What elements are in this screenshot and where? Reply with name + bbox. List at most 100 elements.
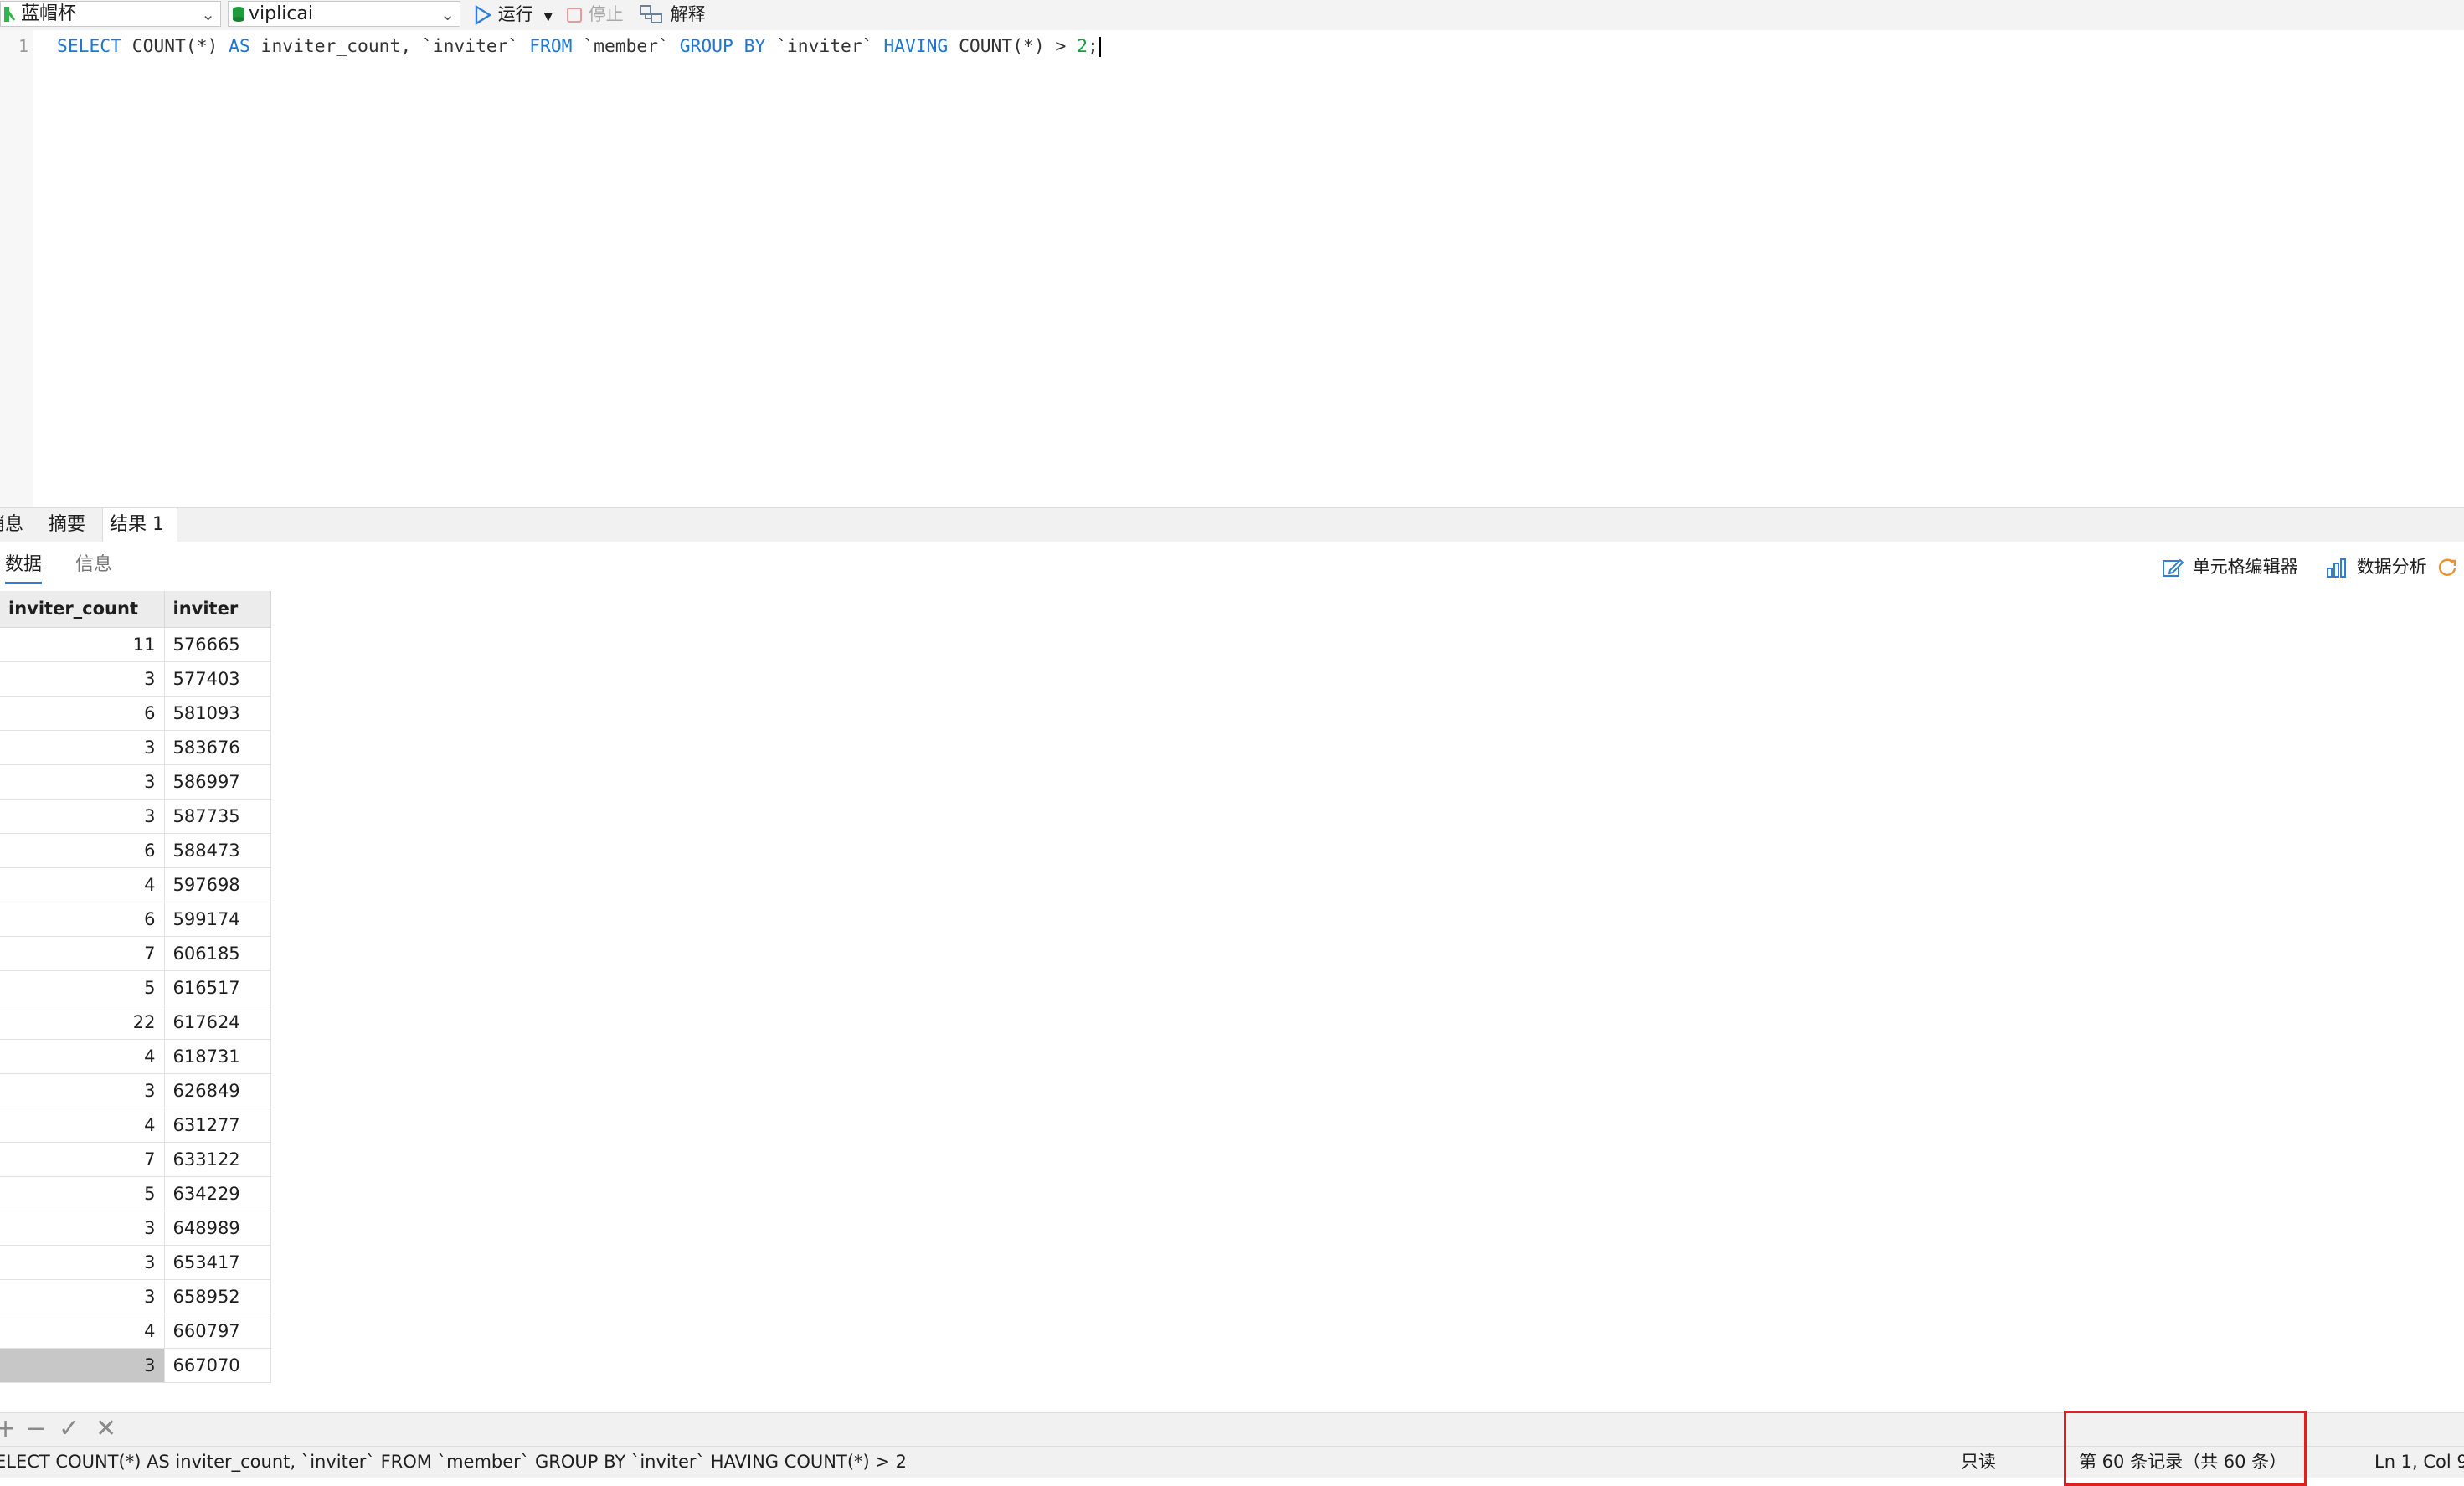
- cell-inviter-count[interactable]: 3: [0, 1279, 165, 1314]
- table-row[interactable]: 7 633122: [0, 1142, 271, 1177]
- cell-inviter-count[interactable]: 3: [0, 799, 165, 834]
- tab-label: 数据: [5, 554, 43, 575]
- table-row[interactable]: 3 583676: [0, 730, 271, 765]
- table-row[interactable]: 3 648989: [0, 1211, 271, 1246]
- cell-inviter[interactable]: 588473: [164, 833, 271, 868]
- table-row[interactable]: 4 597698: [0, 867, 271, 902]
- number-literal: 2: [1077, 36, 1088, 57]
- cell-inviter[interactable]: 660797: [164, 1314, 271, 1349]
- sql-editor[interactable]: 1 SELECT COUNT(*) AS inviter_count, `inv…: [0, 30, 2464, 507]
- table-row[interactable]: 3 653417: [0, 1245, 271, 1280]
- refresh-button[interactable]: [2436, 555, 2461, 578]
- stop-button[interactable]: 停止: [566, 2, 624, 27]
- tab-result-1[interactable]: 结果 1: [102, 508, 177, 542]
- table-row[interactable]: 3 626849: [0, 1073, 271, 1108]
- data-subtabs: 数据 信息 单元格编辑器 数据分析: [0, 542, 2464, 590]
- cell-editor-button[interactable]: 单元格编辑器: [2162, 555, 2298, 578]
- tab-summary[interactable]: 摘要: [49, 508, 99, 542]
- database-select[interactable]: viplicai ⌄: [228, 1, 460, 27]
- cell-inviter-count[interactable]: 3: [0, 1211, 165, 1246]
- keyword-as: AS: [229, 36, 250, 57]
- cell-inviter-count[interactable]: 6: [0, 902, 165, 937]
- cell-inviter-count[interactable]: 7: [0, 936, 165, 971]
- table-row[interactable]: 7 606185: [0, 936, 271, 971]
- column-header-inviter[interactable]: inviter: [164, 591, 271, 628]
- run-dropdown-arrow-icon[interactable]: ▼: [543, 10, 553, 23]
- table-row[interactable]: 6 588473: [0, 833, 271, 868]
- cell-inviter[interactable]: 618731: [164, 1039, 271, 1074]
- connection-name: 蓝帽杯: [21, 3, 77, 24]
- tab-messages[interactable]: 消息: [0, 508, 32, 542]
- delete-record-icon[interactable]: −: [25, 1417, 46, 1442]
- cell-inviter[interactable]: 616517: [164, 970, 271, 1005]
- cell-inviter[interactable]: 581093: [164, 696, 271, 731]
- table-row[interactable]: 11 576665: [0, 627, 271, 662]
- tab-data[interactable]: 数据: [5, 553, 43, 584]
- table-row[interactable]: 3 586997: [0, 764, 271, 800]
- table-row[interactable]: 5 634229: [0, 1176, 271, 1211]
- cell-inviter[interactable]: 633122: [164, 1142, 271, 1177]
- table-row[interactable]: 3 658952: [0, 1279, 271, 1314]
- cell-inviter[interactable]: 626849: [164, 1073, 271, 1108]
- explain-button[interactable]: 解释: [640, 2, 706, 27]
- query-part: inviter_count, `inviter`: [249, 36, 530, 57]
- cell-inviter-count[interactable]: 3: [0, 730, 165, 765]
- cell-inviter[interactable]: 606185: [164, 936, 271, 971]
- cell-inviter-count[interactable]: 3: [0, 661, 165, 697]
- table-row[interactable]: 4 618731: [0, 1039, 271, 1074]
- table-row[interactable]: 4 660797: [0, 1314, 271, 1349]
- apply-changes-icon[interactable]: ✓: [59, 1417, 80, 1442]
- cell-inviter-count[interactable]: 4: [0, 867, 165, 902]
- grid-header-row: inviter_count inviter: [0, 591, 271, 628]
- table-row[interactable]: 22 617624: [0, 1005, 271, 1040]
- cell-inviter-count[interactable]: 3: [0, 764, 165, 800]
- cell-inviter-count[interactable]: 4: [0, 1314, 165, 1349]
- cell-inviter[interactable]: 631277: [164, 1108, 271, 1143]
- table-row[interactable]: 3 587735: [0, 799, 271, 834]
- cell-inviter-count[interactable]: 5: [0, 970, 165, 1005]
- cell-inviter-count[interactable]: 5: [0, 1176, 165, 1211]
- table-row[interactable]: 6 581093: [0, 696, 271, 731]
- run-button[interactable]: 运行 ▼: [474, 2, 553, 27]
- cell-inviter[interactable]: 576665: [164, 627, 271, 662]
- stop-icon: [567, 8, 582, 23]
- table-row[interactable]: 6 599174: [0, 902, 271, 937]
- cell-inviter-count[interactable]: 11: [0, 627, 165, 662]
- cell-inviter-count[interactable]: 22: [0, 1005, 165, 1040]
- tab-info[interactable]: 信息: [75, 553, 112, 577]
- cell-inviter[interactable]: 648989: [164, 1211, 271, 1246]
- sql-query-text[interactable]: SELECT COUNT(*) AS inviter_count, `invit…: [57, 36, 1101, 57]
- add-record-icon[interactable]: +: [0, 1417, 16, 1442]
- result-grid-area: inviter_count inviter 11 576665 3 577403 6 58…: [0, 591, 2464, 1412]
- cell-inviter-count[interactable]: 3: [0, 1245, 165, 1280]
- cell-inviter-count[interactable]: 6: [0, 833, 165, 868]
- cell-inviter-count[interactable]: 3: [0, 1073, 165, 1108]
- cell-inviter-count[interactable]: 6: [0, 696, 165, 731]
- cell-inviter[interactable]: 586997: [164, 764, 271, 800]
- cell-inviter[interactable]: 597698: [164, 867, 271, 902]
- cell-inviter[interactable]: 583676: [164, 730, 271, 765]
- cell-inviter[interactable]: 667070: [164, 1348, 271, 1383]
- cell-inviter-count[interactable]: 4: [0, 1039, 165, 1074]
- cell-inviter[interactable]: 617624: [164, 1005, 271, 1040]
- cell-inviter-count[interactable]: 3: [0, 1348, 165, 1383]
- cell-inviter[interactable]: 599174: [164, 902, 271, 937]
- cell-inviter[interactable]: 658952: [164, 1279, 271, 1314]
- cell-inviter[interactable]: 634229: [164, 1176, 271, 1211]
- discard-changes-icon[interactable]: ✕: [95, 1417, 116, 1442]
- connection-select[interactable]: 蓝帽杯 ⌄: [0, 1, 221, 27]
- cell-inviter[interactable]: 587735: [164, 799, 271, 834]
- data-analysis-button[interactable]: 数据分析: [2326, 555, 2427, 578]
- cell-inviter-count[interactable]: 4: [0, 1108, 165, 1143]
- cell-inviter[interactable]: 577403: [164, 661, 271, 697]
- cell-inviter[interactable]: 653417: [164, 1245, 271, 1280]
- table-row[interactable]: 3 667070: [0, 1348, 271, 1383]
- bar-chart-icon: [2327, 558, 2346, 578]
- cell-inviter-count[interactable]: 7: [0, 1142, 165, 1177]
- column-header-inviter-count[interactable]: inviter_count: [0, 591, 165, 628]
- status-readonly: 只读: [1961, 1452, 1996, 1472]
- table-row[interactable]: 4 631277: [0, 1108, 271, 1143]
- table-row[interactable]: 5 616517: [0, 970, 271, 1005]
- tab-label: 信息: [75, 554, 113, 575]
- table-row[interactable]: 3 577403: [0, 661, 271, 697]
